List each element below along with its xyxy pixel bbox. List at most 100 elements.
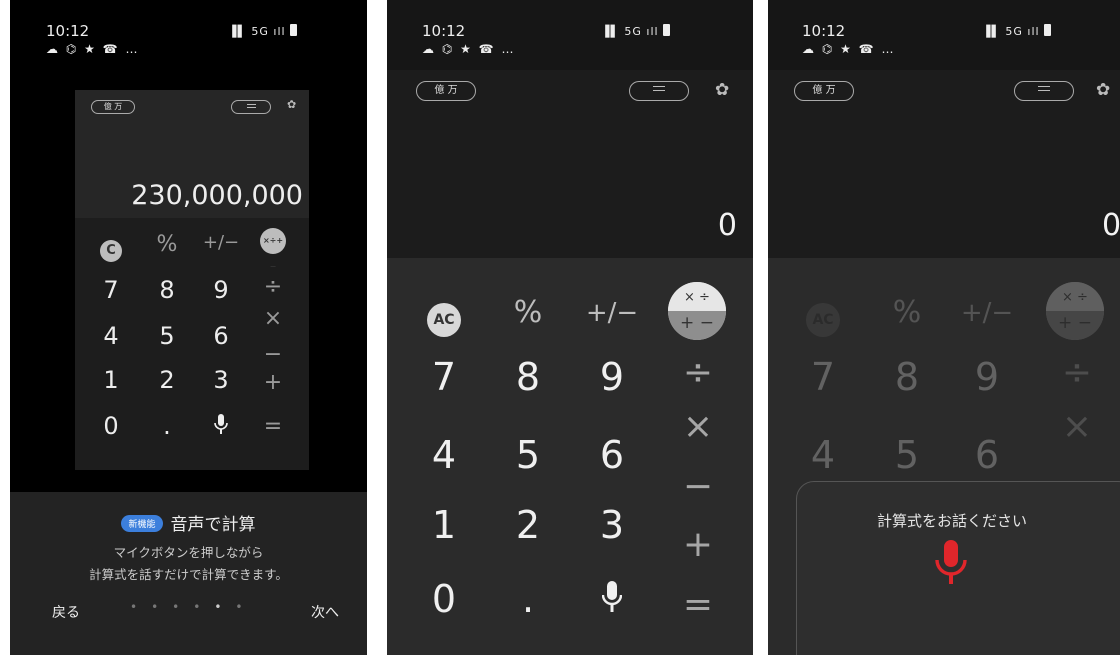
multiply-button[interactable]: × <box>1042 408 1112 446</box>
key-7[interactable]: 7 <box>788 358 858 396</box>
preview-key-6: 6 <box>213 322 229 350</box>
plusminus-button[interactable]: +/− <box>577 294 647 332</box>
key-0[interactable]: 0 <box>409 580 479 618</box>
plus-button[interactable]: + <box>663 526 733 564</box>
key-6[interactable]: 6 <box>952 436 1022 474</box>
status-time: 10:12 <box>802 22 846 40</box>
page-dot: • <box>172 600 194 614</box>
preview-key-minus: − <box>263 342 283 367</box>
key-1[interactable]: 1 <box>409 506 479 544</box>
mic-button[interactable] <box>577 576 647 615</box>
multiply-button[interactable]: × <box>663 408 733 446</box>
page-dot: • <box>151 600 173 614</box>
preview-key-dot: . <box>163 412 171 440</box>
signal-icons: ▐▌ 5G ıll <box>601 25 659 38</box>
voice-input-sheet: 計算式をお話ください <box>796 481 1120 655</box>
gear-icon[interactable]: ✿ <box>715 80 729 100</box>
key-2[interactable]: 2 <box>493 506 563 544</box>
system-status-icons: ▐▌ 5G ıll <box>228 24 297 38</box>
page-dot: • <box>193 600 215 614</box>
key-4[interactable]: 4 <box>788 436 858 474</box>
mic-icon[interactable] <box>935 540 967 590</box>
ac-button[interactable]: AC <box>788 292 858 337</box>
notification-icons: ☁ ⌬ ★ ☎ … <box>422 42 516 56</box>
page-dot: • <box>130 600 152 614</box>
percent-button[interactable]: % <box>872 294 942 332</box>
key-4[interactable]: 4 <box>409 436 479 474</box>
equals-button[interactable]: = <box>663 586 733 624</box>
system-status-icons: ▐▌ 5G ıll <box>601 24 670 38</box>
unit-toggle-button[interactable]: 億 万 <box>416 81 476 101</box>
signal-icons: ▐▌ 5G ıll <box>228 25 286 38</box>
description-line-2: 計算式を話すだけで計算できます。 <box>89 567 288 582</box>
preview-key-percent: % <box>156 232 178 257</box>
status-bar: 10:12 ☁ ⌬ ★ ☎ … ▐▌ 5G ıll <box>387 22 753 62</box>
ops-bottom-label: + − <box>668 311 726 340</box>
operators-button[interactable]: × ÷ + − <box>668 282 726 340</box>
preview-key-plusminus: +/− <box>202 232 240 253</box>
preview-key-mul: × <box>263 306 283 331</box>
percent-button[interactable]: % <box>493 294 563 332</box>
calculator-screen: 10:12 ☁ ⌬ ★ ☎ … ▐▌ 5G ıll 億 万 ✿ 0 AC % +… <box>387 0 753 655</box>
key-5[interactable]: 5 <box>872 436 942 474</box>
preview-key-2: 2 <box>159 366 175 394</box>
signal-icons: ▐▌ 5G ıll <box>982 25 1040 38</box>
preview-key-ops: ×÷+− <box>249 228 297 275</box>
preview-key-plus: + <box>263 370 283 395</box>
notification-icons: ☁ ⌬ ★ ☎ … <box>802 42 896 56</box>
page-dot-active: • <box>214 600 236 614</box>
gear-icon[interactable]: ✿ <box>1096 80 1110 100</box>
description-line-1: マイクボタンを押しながら <box>113 545 264 560</box>
history-button[interactable] <box>1014 81 1074 101</box>
history-button[interactable] <box>629 81 689 101</box>
notification-icons: ☁ ⌬ ★ ☎ … <box>46 42 140 56</box>
onboarding-title: 新機能 音声で計算 <box>10 510 367 535</box>
new-feature-badge: 新機能 <box>121 515 163 532</box>
preview-history-button <box>231 100 271 114</box>
page-indicator: •••••• <box>130 600 256 614</box>
key-9[interactable]: 9 <box>952 358 1022 396</box>
preview-display-area: 億 万 ✿ 230,000,000 <box>75 90 309 218</box>
divide-button[interactable]: ÷ <box>1042 354 1112 392</box>
status-bar: 10:12 ☁ ⌬ ★ ☎ … ▐▌ 5G ıll <box>768 22 1120 62</box>
ops-top-label: × ÷ <box>1046 282 1104 311</box>
operators-button[interactable]: × ÷ + − <box>1046 282 1104 340</box>
plusminus-button[interactable]: +/− <box>952 294 1022 332</box>
preview-key-7: 7 <box>103 276 119 304</box>
key-9[interactable]: 9 <box>577 358 647 396</box>
key-6[interactable]: 6 <box>577 436 647 474</box>
key-8[interactable]: 8 <box>872 358 942 396</box>
onboarding-description: マイクボタンを押しながら 計算式を話すだけで計算できます。 <box>10 542 367 586</box>
display-value: 0 <box>717 208 737 243</box>
key-5[interactable]: 5 <box>493 436 563 474</box>
decimal-button[interactable]: . <box>493 580 563 618</box>
unit-toggle-button[interactable]: 億 万 <box>794 81 854 101</box>
calculator-preview: 億 万 ✿ 230,000,000 C % +/− ×÷+− 7 8 9 ÷ 4… <box>75 90 309 470</box>
preview-key-5: 5 <box>159 322 175 350</box>
key-8[interactable]: 8 <box>493 358 563 396</box>
battery-icon <box>1043 24 1051 36</box>
history-icon <box>246 104 256 108</box>
minus-button[interactable]: − <box>663 468 733 506</box>
preview-key-div: ÷ <box>263 274 283 299</box>
status-time: 10:12 <box>422 22 466 40</box>
history-icon <box>653 86 665 91</box>
status-bar: 10:12 ☁ ⌬ ★ ☎ … ▐▌ 5G ıll <box>10 22 367 62</box>
preview-display-value: 230,000,000 <box>131 180 303 211</box>
history-icon <box>1038 86 1050 91</box>
ac-button[interactable]: AC <box>409 292 479 337</box>
ops-top-label: × ÷ <box>668 282 726 311</box>
divide-button[interactable]: ÷ <box>663 354 733 392</box>
back-button[interactable]: 戻る <box>52 602 80 622</box>
ops-bottom-label: + − <box>1046 311 1104 340</box>
status-time: 10:12 <box>46 22 90 40</box>
key-7[interactable]: 7 <box>409 358 479 396</box>
next-button[interactable]: 次へ <box>311 602 339 622</box>
battery-icon <box>662 24 670 36</box>
preview-key-9: 9 <box>213 276 229 304</box>
preview-keypad: C % +/− ×÷+− 7 8 9 ÷ 4 5 6 × 1 2 3 − + 0… <box>75 218 309 470</box>
key-3[interactable]: 3 <box>577 506 647 544</box>
preview-key-clear: C <box>87 232 135 262</box>
mic-icon <box>602 580 622 612</box>
keypad: AC % +/− × ÷ + − 7 8 9 ÷ 4 5 6 × 1 2 3 −… <box>387 258 753 655</box>
